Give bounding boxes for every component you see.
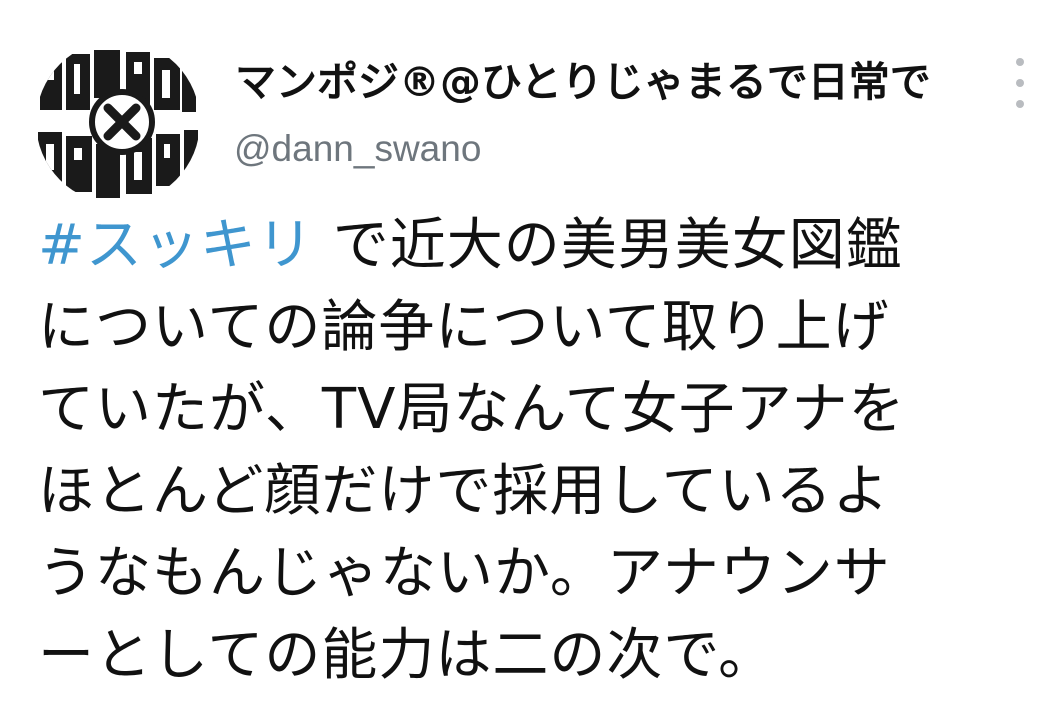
tweet-line: うなもんじゃないか。アナウンサ	[38, 541, 891, 606]
more-options-button[interactable]	[1005, 58, 1035, 108]
tweet-card: マンポジ®@ひとりじゃまるで日常で @dann_swano #スッキリ で近大の…	[0, 0, 1055, 718]
tweet-line: ーとしての能力は二の次で。	[38, 623, 776, 688]
vertical-ellipsis-icon-dot	[1016, 100, 1024, 108]
display-name[interactable]: マンポジ®@ひとりじゃまるで日常で	[235, 52, 931, 112]
vertical-ellipsis-icon-dot	[1016, 79, 1024, 87]
tweet-line-text: で近大の美男美女図鑑	[313, 213, 903, 278]
tweet-line: についての論争について取り上げ	[38, 295, 890, 360]
avatar-image	[36, 40, 200, 204]
user-handle[interactable]: @dann_swano	[234, 124, 481, 174]
tweet-line: ほとんど顔だけで採用しているよ	[38, 459, 890, 524]
tweet-line: ていたが、TV局なんて女子アナを	[38, 377, 906, 442]
avatar[interactable]	[36, 40, 200, 204]
tweet-line: #スッキリ で近大の美男美女図鑑	[38, 205, 1038, 287]
vertical-ellipsis-icon	[1016, 58, 1024, 66]
tweet-text: #スッキリ で近大の美男美女図鑑 についての論争について取り上げ ていたが、TV…	[38, 205, 1038, 697]
hashtag-link[interactable]: #スッキリ	[38, 213, 314, 278]
